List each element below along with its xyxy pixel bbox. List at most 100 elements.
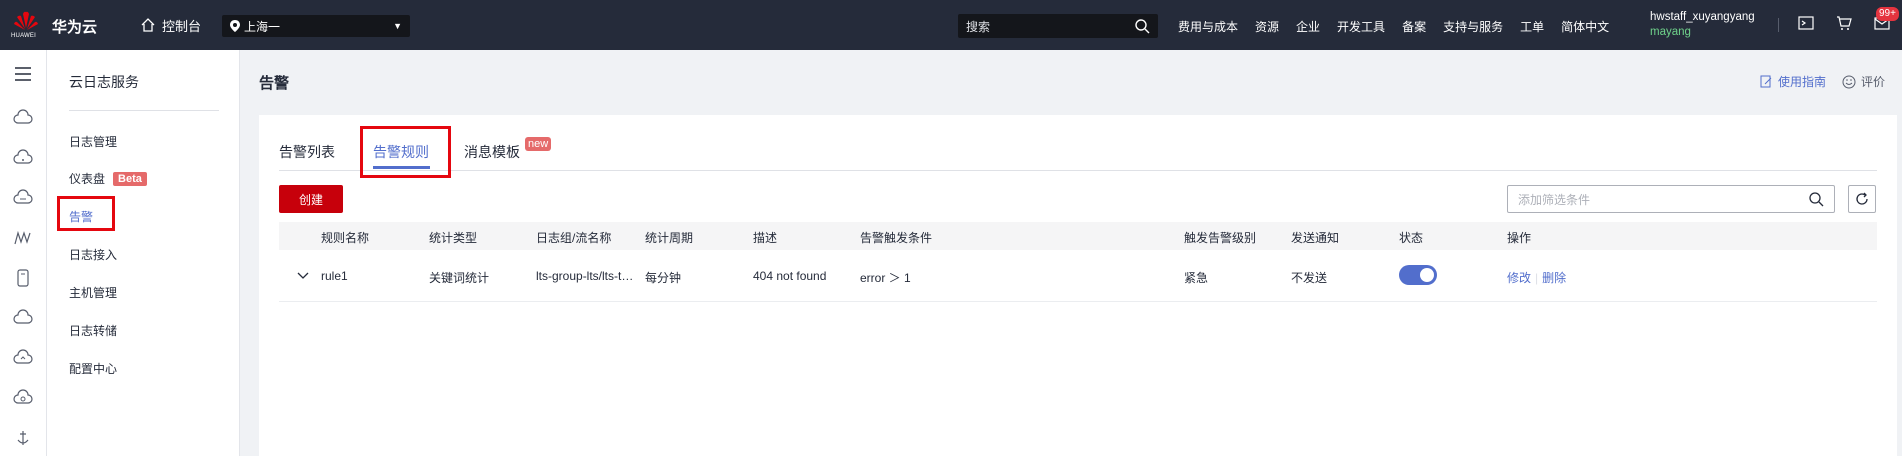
- rate-link[interactable]: 评价: [1842, 73, 1885, 90]
- tab-message-template[interactable]: 消息模板: [464, 142, 520, 162]
- nav-tickets[interactable]: 工单: [1520, 18, 1544, 35]
- col-rule-name[interactable]: 规则名称: [321, 229, 369, 246]
- top-nav: 费用与成本 资源 企业 开发工具 备案 支持与服务 工单 简体中文: [1178, 18, 1609, 35]
- tab-bar: 告警列表 告警规则 消息模板 new: [279, 115, 1877, 171]
- menu-item-label: 主机管理: [69, 286, 118, 300]
- highlight-box-alarm-menu: [57, 196, 115, 231]
- region-selector[interactable]: 上海一 ▼: [222, 15, 410, 37]
- page-title: 告警: [259, 75, 290, 92]
- cloud-compute-icon[interactable]: [13, 388, 33, 408]
- delete-link[interactable]: 删除: [1542, 271, 1566, 285]
- icon-rail: [0, 50, 47, 456]
- table-header: 规则名称 统计类型 日志组/流名称 统计周期 描述 告警触发条件 触发告警级别 …: [279, 222, 1877, 250]
- col-alarm-level[interactable]: 触发告警级别: [1184, 229, 1256, 246]
- nav-dev-tools[interactable]: 开发工具: [1337, 18, 1385, 35]
- header-links: 使用指南 评价: [1760, 73, 1885, 90]
- logo-wordmark: HUAWEI: [11, 33, 36, 39]
- menu-item-host-management[interactable]: 主机管理: [69, 284, 117, 301]
- menu-item-label: 日志转储: [69, 324, 118, 338]
- home-icon: [141, 18, 155, 32]
- menu-title: 云日志服务: [69, 74, 139, 90]
- caret-down-icon: ▼: [393, 21, 402, 31]
- smile-icon: [1842, 75, 1856, 88]
- nav-language[interactable]: 简体中文: [1561, 18, 1609, 35]
- menu-item-log-ingestion[interactable]: 日志接入: [69, 246, 117, 263]
- menu-item-label: 仪表盘: [69, 172, 106, 186]
- console-label: 控制台: [162, 18, 202, 34]
- rate-label: 评价: [1861, 75, 1886, 89]
- refresh-button[interactable]: [1848, 185, 1876, 213]
- status-toggle[interactable]: [1399, 265, 1437, 285]
- menu-item-log-management[interactable]: 日志管理: [69, 133, 117, 150]
- col-actions: 操作: [1507, 231, 1532, 245]
- col-description[interactable]: 描述: [753, 229, 777, 246]
- menu-item-label: 日志管理: [69, 135, 118, 149]
- cloud-icon[interactable]: [13, 308, 33, 328]
- menu-item-log-transfer[interactable]: 日志转储: [69, 322, 117, 339]
- cell-period: 每分钟: [645, 271, 682, 285]
- col-log-group[interactable]: 日志组/流名称: [536, 229, 611, 246]
- menu-item-dashboard[interactable]: 仪表盘 Beta: [69, 170, 147, 187]
- monitoring-icon[interactable]: [13, 228, 33, 248]
- edit-doc-icon: [1760, 75, 1772, 88]
- col-status[interactable]: 状态: [1399, 229, 1423, 246]
- location-pin-icon: [230, 20, 240, 32]
- new-badge: new: [525, 137, 552, 151]
- cell-log-group[interactable]: lts-group-lts/lts-top...: [536, 269, 636, 283]
- cloud-security-icon[interactable]: [13, 348, 33, 368]
- col-period[interactable]: 统计周期: [645, 229, 693, 246]
- create-button[interactable]: 创建: [279, 185, 343, 213]
- cloud-service-icon[interactable]: [13, 108, 33, 128]
- anchor-icon[interactable]: [13, 428, 33, 448]
- brand-name[interactable]: 华为云: [52, 16, 97, 37]
- cell-notify: 不发送: [1291, 271, 1328, 285]
- global-search-input[interactable]: 搜索: [958, 14, 1158, 38]
- menu-item-config-center[interactable]: 配置中心: [69, 360, 117, 377]
- cell-condition: error ＞ 1: [860, 271, 911, 285]
- terminal-icon[interactable]: [1798, 15, 1814, 31]
- console-link[interactable]: 控制台: [140, 14, 201, 36]
- tab-alarm-list[interactable]: 告警列表: [279, 142, 335, 162]
- menu-item-label: 日志接入: [69, 248, 118, 262]
- highlight-box-rules-tab: [360, 126, 451, 178]
- search-icon[interactable]: [1135, 18, 1150, 34]
- cell-alarm-level: 紧急: [1184, 271, 1209, 285]
- nav-cost[interactable]: 费用与成本: [1178, 18, 1238, 35]
- edit-link[interactable]: 修改: [1507, 271, 1531, 285]
- menu-divider: [69, 110, 219, 111]
- storage-icon[interactable]: [13, 268, 33, 288]
- beta-badge: Beta: [113, 171, 147, 186]
- hamburger-menu-icon[interactable]: [13, 64, 33, 84]
- refresh-icon: [1856, 192, 1868, 205]
- user-sub-account: mayang: [1650, 26, 1691, 38]
- service-menu: 云日志服务 日志管理 仪表盘 Beta 告警 日志接入 主机管理 日志转储 配置中…: [47, 50, 240, 456]
- filter-input[interactable]: 添加筛选条件: [1507, 185, 1835, 213]
- cart-icon[interactable]: [1836, 15, 1852, 31]
- user-name: hwstaff_xuyangyang: [1650, 11, 1755, 23]
- nav-filing[interactable]: 备案: [1402, 18, 1426, 35]
- user-menu[interactable]: hwstaff_xuyangyang mayang: [1650, 10, 1755, 40]
- col-notify[interactable]: 发送通知: [1291, 229, 1339, 246]
- notification-badge: 99+: [1876, 7, 1899, 21]
- chevron-down-icon[interactable]: [297, 271, 309, 281]
- nav-enterprise[interactable]: 企业: [1296, 18, 1320, 35]
- action-separator: |: [1535, 271, 1539, 285]
- search-icon[interactable]: [1809, 191, 1824, 207]
- menu-item-label: 配置中心: [69, 362, 118, 376]
- col-condition[interactable]: 告警触发条件: [860, 229, 932, 246]
- content-panel: 告警列表 告警规则 消息模板 new 创建 添加筛选条件 规则名称 统计类型 日…: [259, 115, 1897, 456]
- cell-rule-name: rule1: [321, 269, 348, 283]
- search-placeholder: 搜索: [966, 19, 991, 34]
- table-row: rule1 关键词统计 lts-group-lts/lts-top... 每分钟…: [279, 250, 1877, 302]
- cloud-database-icon[interactable]: [13, 188, 33, 208]
- usage-guide-label: 使用指南: [1778, 75, 1827, 89]
- col-stat-type[interactable]: 统计类型: [429, 229, 477, 246]
- nav-resources[interactable]: 资源: [1255, 18, 1279, 35]
- nav-support[interactable]: 支持与服务: [1443, 18, 1503, 35]
- cell-stat-type: 关键词统计: [429, 271, 490, 285]
- cell-actions: 修改 | 删除: [1507, 269, 1566, 286]
- usage-guide-link[interactable]: 使用指南: [1760, 73, 1826, 90]
- cell-description: 404 not found: [753, 269, 827, 283]
- cloud-network-icon[interactable]: [13, 148, 33, 168]
- top-bar: HUAWEI 华为云 控制台 上海一 ▼ 搜索 费用与成本 资源 企业 开发工具…: [0, 0, 1902, 50]
